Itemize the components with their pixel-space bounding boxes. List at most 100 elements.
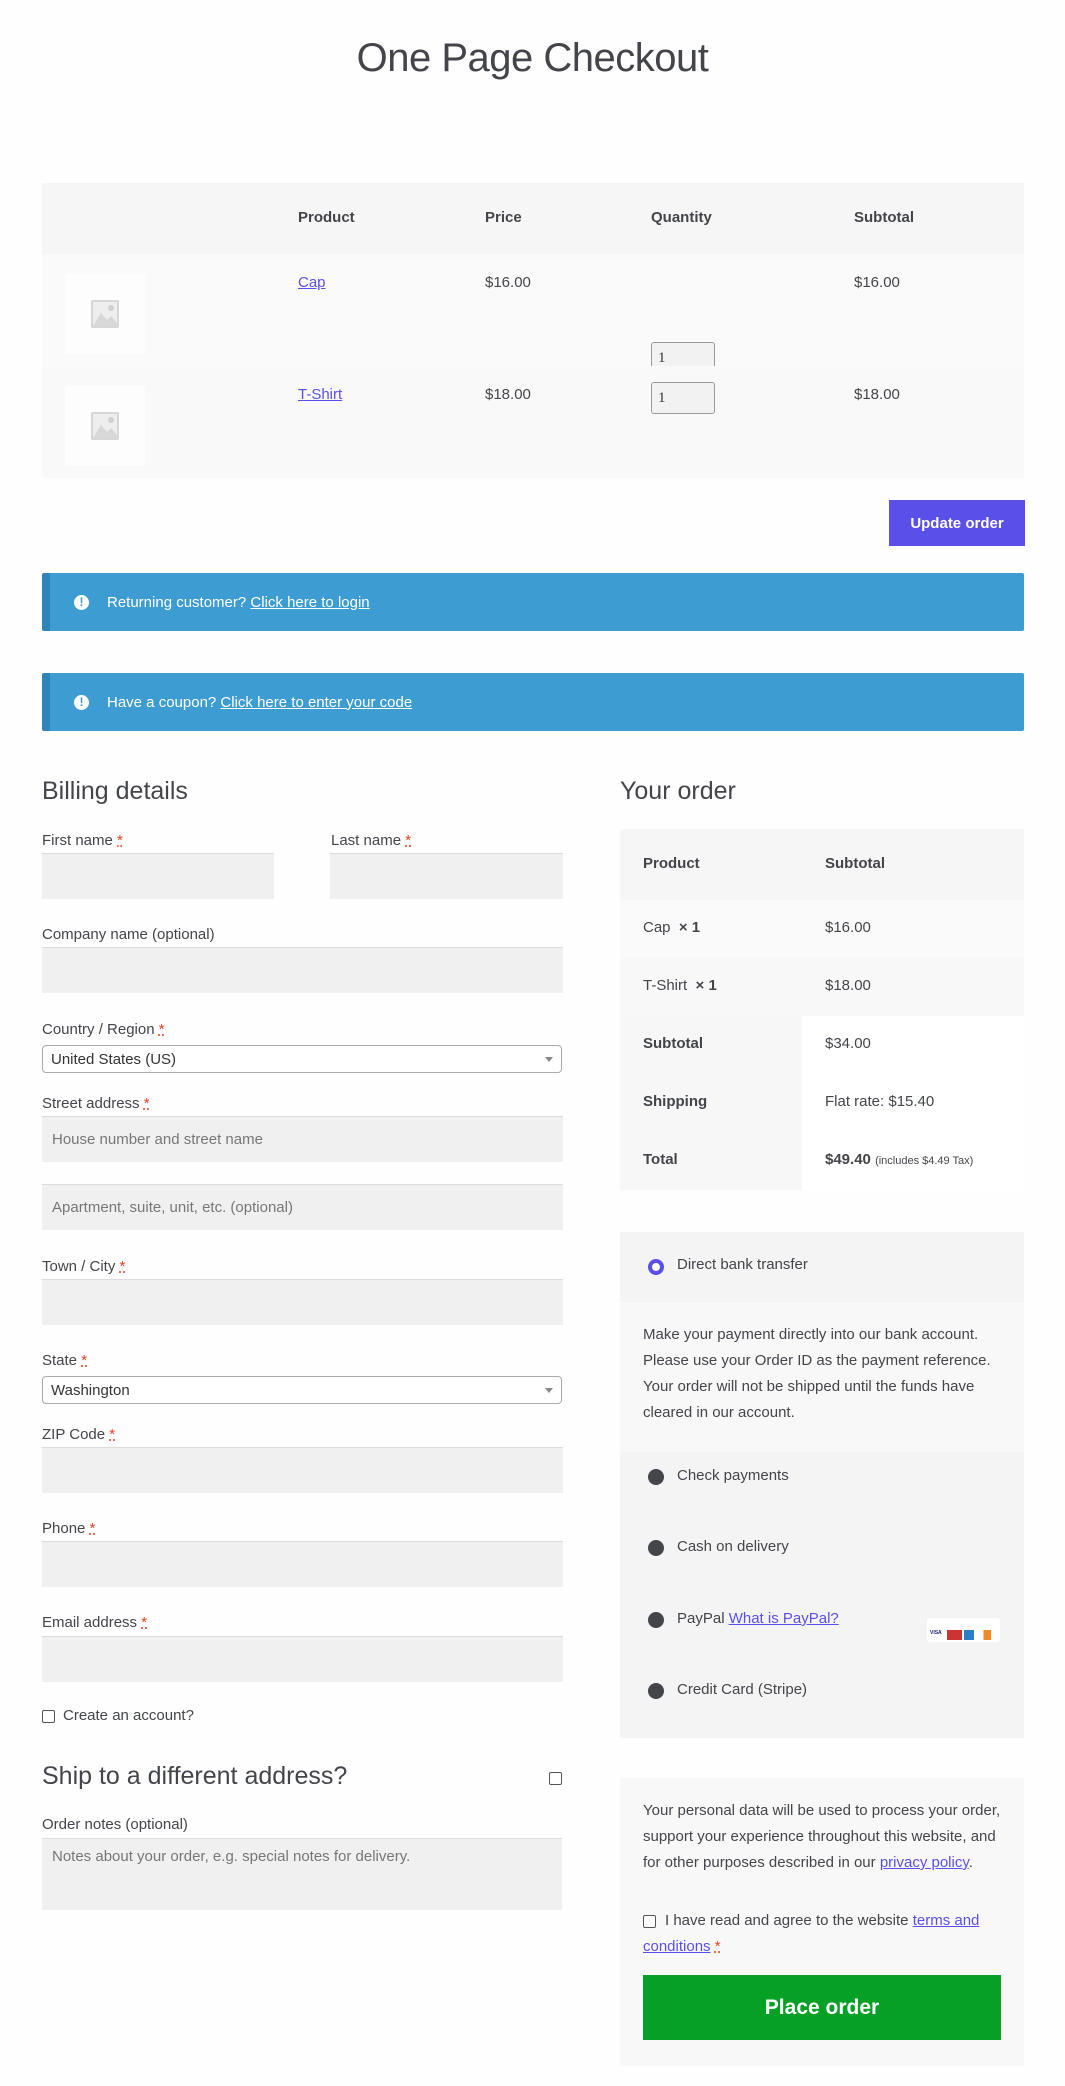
street-address-2-input[interactable]: Apartment, suite, unit, etc. (optional): [42, 1184, 563, 1230]
header-product: Product: [298, 209, 355, 226]
create-account-checkbox[interactable]: [42, 1710, 55, 1723]
product-link[interactable]: Cap: [298, 274, 326, 291]
header-subtotal: Subtotal: [825, 855, 885, 872]
cart-table: Product Price Quantity Subtotal Cap $16.…: [42, 183, 1024, 478]
order-item: T-Shirt × 1 $18.00: [620, 958, 1024, 1016]
product-thumbnail[interactable]: [65, 386, 145, 466]
place-order-button[interactable]: Place order: [643, 1975, 1001, 2040]
item-qty: × 1: [695, 977, 717, 994]
country-label: Country / Region *: [42, 1021, 165, 1038]
payment-label[interactable]: Credit Card (Stripe): [677, 1681, 807, 1698]
header-product: Product: [643, 855, 700, 872]
first-name-label: First name *: [42, 832, 123, 849]
state-label: State *: [42, 1352, 87, 1369]
cart-row: Cap $16.00 1 $16.00: [42, 254, 1024, 374]
shipping-value: Flat rate: $15.40: [825, 1093, 935, 1110]
coupon-notice: ! Have a coupon? Click here to enter you…: [42, 673, 1024, 731]
coupon-link[interactable]: Click here to enter your code: [220, 694, 412, 711]
order-subtotal-row: Subtotal $34.00: [620, 1016, 1024, 1074]
state-value: Washington: [51, 1381, 130, 1399]
radio-icon[interactable]: [648, 1612, 664, 1628]
order-shipping-row: Shipping Flat rate: $15.40: [620, 1074, 1024, 1132]
order-item-name: T-Shirt × 1: [643, 977, 717, 994]
required-mark: *: [109, 1426, 116, 1443]
label-text: Street address: [42, 1095, 140, 1112]
last-name-input[interactable]: [330, 853, 563, 899]
required-mark: *: [81, 1352, 88, 1369]
payment-option-stripe[interactable]: Credit Card (Stripe): [620, 1666, 1024, 1736]
product-subtotal: $18.00: [854, 386, 900, 403]
label-text: ZIP Code: [42, 1426, 106, 1443]
order-item-subtotal: $16.00: [825, 919, 871, 936]
state-select[interactable]: Washington: [42, 1376, 562, 1404]
total-value: $49.40 (includes $4.49 Tax): [825, 1151, 973, 1168]
notice-text: Returning customer?: [107, 593, 247, 611]
radio-icon[interactable]: [648, 1540, 664, 1556]
payment-option-bank[interactable]: Direct bank transfer: [620, 1232, 1024, 1302]
required-mark: *: [143, 1095, 150, 1112]
product-link[interactable]: T-Shirt: [298, 386, 342, 403]
street-address-input[interactable]: House number and street name: [42, 1116, 563, 1162]
label-text: First name: [42, 832, 113, 849]
company-label: Company name (optional): [42, 926, 215, 943]
terms-label: I have read and agree to the website ter…: [643, 1908, 1013, 1960]
payment-option-cod[interactable]: Cash on delivery: [620, 1523, 1024, 1593]
page-title: One Page Checkout: [356, 36, 709, 80]
order-notes-textarea[interactable]: Notes about your order, e.g. special not…: [42, 1838, 562, 1910]
country-select[interactable]: United States (US): [42, 1045, 562, 1073]
product-thumbnail[interactable]: [65, 274, 145, 354]
product-price: $18.00: [485, 386, 531, 403]
email-input[interactable]: [42, 1636, 563, 1682]
terms-section: Your personal data will be used to proce…: [620, 1778, 1024, 2066]
quantity-input[interactable]: 1: [651, 382, 715, 414]
payment-methods: Direct bank transfer Make your payment d…: [620, 1232, 1024, 1738]
required-mark: *: [158, 1021, 165, 1038]
ship-different-checkbox[interactable]: [549, 1772, 562, 1785]
ship-different-title: Ship to a different address?: [42, 1762, 348, 1790]
radio-icon[interactable]: [648, 1683, 664, 1699]
item-name: Cap: [643, 919, 671, 936]
create-account-label[interactable]: Create an account?: [63, 1707, 194, 1724]
amex-icon: [964, 1630, 974, 1640]
label-text: State: [42, 1352, 78, 1369]
required-mark: *: [89, 1520, 96, 1537]
city-input[interactable]: [42, 1279, 563, 1325]
header-subtotal: Subtotal: [854, 209, 914, 226]
zip-input[interactable]: [42, 1447, 563, 1493]
header-quantity: Quantity: [651, 209, 712, 226]
country-value: United States (US): [51, 1050, 177, 1068]
payment-label[interactable]: PayPal What is PayPal?: [677, 1610, 839, 1627]
first-name-input[interactable]: [42, 853, 274, 899]
discover-icon: [976, 1630, 991, 1640]
payment-label[interactable]: Check payments: [677, 1467, 789, 1484]
placeholder-image-icon: [91, 300, 119, 328]
chevron-down-icon: [545, 1056, 553, 1062]
exclamation-icon: !: [74, 594, 89, 610]
bank-transfer-description: Make your payment directly into our bank…: [620, 1302, 1024, 1452]
phone-input[interactable]: [42, 1541, 563, 1587]
agree-text: I have read and agree to the website: [665, 1912, 909, 1929]
payment-label[interactable]: Cash on delivery: [677, 1538, 789, 1555]
what-is-paypal-link[interactable]: What is PayPal?: [729, 1610, 839, 1627]
privacy-policy-link[interactable]: privacy policy: [880, 1854, 969, 1871]
payment-option-check[interactable]: Check payments: [620, 1452, 1024, 1522]
update-order-button[interactable]: Update order: [889, 500, 1025, 546]
notice-text: Have a coupon?: [107, 693, 217, 711]
order-item-name: Cap × 1: [643, 919, 700, 936]
total-amount: $49.40: [825, 1151, 871, 1168]
radio-icon[interactable]: [648, 1469, 664, 1485]
login-link[interactable]: Click here to login: [250, 594, 369, 611]
subtotal-label: Subtotal: [643, 1035, 703, 1052]
last-name-label: Last name *: [331, 832, 411, 849]
exclamation-icon: !: [74, 694, 89, 710]
order-review-table: Product Subtotal Cap × 1 $16.00 T-Shirt …: [620, 829, 1024, 1190]
payment-label[interactable]: Direct bank transfer: [677, 1256, 808, 1273]
company-input[interactable]: [42, 947, 563, 993]
placeholder-image-icon: [91, 412, 119, 440]
required-mark: *: [405, 832, 412, 849]
radio-selected-icon[interactable]: [648, 1259, 664, 1275]
street-label: Street address *: [42, 1095, 150, 1112]
phone-label: Phone *: [42, 1520, 95, 1537]
required-mark: *: [141, 1614, 148, 1631]
product-subtotal: $16.00: [854, 274, 900, 291]
